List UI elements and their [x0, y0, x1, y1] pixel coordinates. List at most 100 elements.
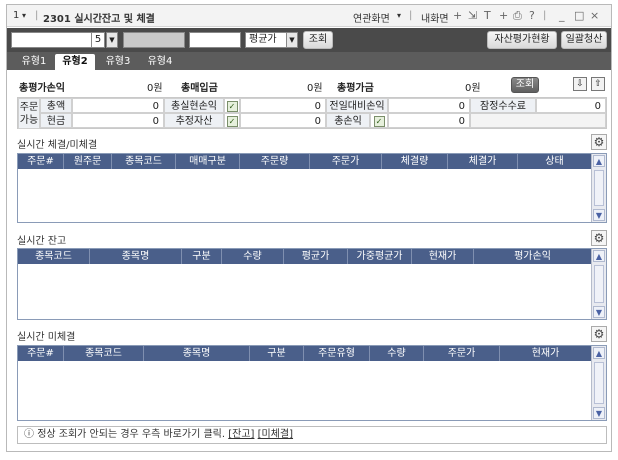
password-field[interactable] [189, 32, 241, 48]
scroll-down-icon[interactable]: ▼ [593, 209, 605, 221]
balance-link[interactable]: [잔고] [228, 429, 254, 440]
unfilled-settings-gear-icon[interactable]: ⚙ [591, 326, 607, 342]
text-size-icon[interactable]: T [484, 9, 491, 22]
avg-price-dropdown-icon[interactable]: ▼ [286, 32, 298, 48]
col-order-qty: 주문량 [240, 154, 310, 169]
window-number-dropdown-icon[interactable]: ▾ [22, 11, 26, 20]
maximize-icon[interactable]: □ [574, 9, 584, 22]
balance-table-header: 종목코드 종목명 구분 수량 평균가 가중평균가 현재가 평가손익 [18, 249, 592, 264]
total-buy-label: 총매입금 [181, 83, 218, 94]
col-trade-type: 매매구분 [176, 154, 240, 169]
est-asset-dropdown-icon[interactable]: ✓ [224, 113, 240, 128]
summary-row: 총평가손익 0원 총매입금 0원 총평가금 0원 조회 ⇩ ⇧ [7, 77, 611, 94]
scroll-down-icon[interactable]: ▼ [593, 407, 605, 419]
title-bar: 1 ▾ | 2301 실시간잔고 및 체결 연관화면 ▾ | 내화면 + ⇲ T… [7, 5, 611, 27]
scroll-up-icon[interactable]: ▲ [593, 347, 605, 359]
order-available-grid: 주문가능 총액 0 현금 0 총실현손익 ✓ 0 추정자산 ✓ 0 전일대비손익… [17, 97, 607, 129]
link-icon[interactable]: ⇲ [468, 9, 477, 22]
title-divider-3: | [543, 10, 547, 21]
scroll-thumb[interactable] [594, 265, 604, 303]
col-weighted-avg: 가중평균가 [348, 249, 412, 264]
scroll-up-icon[interactable]: ▲ [593, 250, 605, 262]
col-qty: 수량 [222, 249, 284, 264]
col-type: 구분 [182, 249, 222, 264]
plus-icon[interactable]: + [499, 9, 508, 22]
window-number[interactable]: 1 [13, 10, 19, 21]
col-exec-qty: 체결량 [382, 154, 448, 169]
scroll-thumb[interactable] [594, 170, 604, 206]
exec-table-header: 주문# 원주문 종목코드 매매구분 주문량 주문가 체결량 체결가 상태 [18, 154, 592, 169]
account-number-field[interactable] [11, 32, 97, 48]
scroll-up-icon[interactable]: ▲ [593, 155, 605, 167]
download-icon[interactable]: ⇩ [573, 77, 587, 91]
balance-section-title: 실시간 잔고 [17, 236, 67, 247]
print-icon[interactable]: ⎙ [513, 9, 522, 23]
bulk-settle-button[interactable]: 일괄청산 [561, 31, 607, 49]
tab-type3[interactable]: 유형3 [99, 54, 137, 70]
query-button[interactable]: 조회 [303, 31, 333, 49]
col-current-price: 현재가 [500, 346, 592, 361]
col-name: 종목명 [144, 346, 250, 361]
related-screen-menu[interactable]: 연관화면 [353, 10, 390, 25]
amount-label: 총액 [40, 98, 72, 113]
total-buy-value: 0원 [307, 83, 323, 94]
help-icon[interactable]: ? [529, 9, 535, 22]
asset-eval-button[interactable]: 자산평가현황 [487, 31, 557, 49]
close-icon[interactable]: × [590, 9, 599, 22]
upload-icon[interactable]: ⇧ [591, 77, 605, 91]
exec-scrollbar[interactable]: ▲ ▼ [591, 154, 606, 222]
tab-type4[interactable]: 유형4 [141, 54, 179, 70]
realized-pnl-value: 0 [240, 98, 326, 113]
scroll-thumb[interactable] [594, 362, 604, 404]
total-pnl-value: 0원 [147, 83, 163, 94]
est-fee-label: 잠정수수료 [470, 98, 536, 113]
est-fee-value: 0 [536, 98, 606, 113]
balance-table: 종목코드 종목명 구분 수량 평균가 가중평균가 현재가 평가손익 ▲ ▼ [17, 248, 607, 320]
title-divider-2: | [409, 10, 413, 21]
col-current-price: 현재가 [412, 249, 474, 264]
account-suffix[interactable]: 5 [91, 32, 105, 48]
cash-value: 0 [72, 113, 164, 128]
scroll-down-icon[interactable]: ▼ [593, 306, 605, 318]
col-name: 종목명 [90, 249, 182, 264]
balance-settings-gear-icon[interactable]: ⚙ [591, 230, 607, 246]
related-dropdown-icon[interactable]: ▾ [397, 11, 401, 20]
est-asset-label: 추정자산 [164, 113, 224, 128]
title-divider: | [35, 10, 39, 21]
my-screen-menu[interactable]: 내화면 [421, 10, 449, 25]
screen-title: 2301 실시간잔고 및 체결 [43, 14, 155, 25]
col-order-no: 주문# [18, 154, 64, 169]
col-code: 종목코드 [112, 154, 176, 169]
balance-scrollbar[interactable]: ▲ ▼ [591, 249, 606, 319]
tab-type2[interactable]: 유형2 [55, 54, 95, 70]
col-orig-order: 원주문 [64, 154, 112, 169]
order-available-label: 주문가능 [18, 98, 40, 129]
summary-query-button[interactable]: 조회 [511, 77, 539, 93]
realized-pnl-dropdown-icon[interactable]: ✓ [224, 98, 240, 113]
avg-price-select[interactable]: 평균가 [245, 32, 287, 48]
notice-text: 정상 조회가 안되는 경우 우측 바로가기 클릭. [37, 429, 226, 440]
total-pl-dropdown-icon[interactable]: ✓ [370, 113, 388, 128]
col-qty: 수량 [370, 346, 424, 361]
info-icon: ⓘ [24, 429, 34, 440]
col-avg-price: 평균가 [284, 249, 348, 264]
unfilled-link[interactable]: [미체결] [258, 429, 293, 440]
exec-settings-gear-icon[interactable]: ⚙ [591, 134, 607, 150]
col-code: 종목코드 [18, 249, 90, 264]
realized-pnl-label: 총실현손익 [164, 98, 224, 113]
add-icon[interactable]: + [453, 9, 462, 22]
minimize-icon[interactable]: _ [559, 9, 565, 22]
col-eval-pnl: 평가손익 [474, 249, 592, 264]
footer-notice: ⓘ 정상 조회가 안되는 경우 우측 바로가기 클릭. [잔고] [미체결] [17, 426, 607, 444]
account-name-field [123, 32, 185, 48]
col-exec-price: 체결가 [448, 154, 518, 169]
unfilled-table: 주문# 종목코드 종목명 구분 주문유형 수량 주문가 현재가 ▲ ▼ [17, 345, 607, 421]
type-tabs: 유형1 유형2 유형3 유형4 [7, 52, 611, 70]
col-order-price: 주문가 [424, 346, 500, 361]
unfilled-scrollbar[interactable]: ▲ ▼ [591, 346, 606, 420]
trading-window: 1 ▾ | 2301 실시간잔고 및 체결 연관화면 ▾ | 내화면 + ⇲ T… [6, 4, 612, 452]
cash-label: 현금 [40, 113, 72, 128]
tab-type1[interactable]: 유형1 [15, 54, 53, 70]
account-dropdown-icon[interactable]: ▼ [106, 32, 118, 48]
col-order-price: 주문가 [310, 154, 382, 169]
